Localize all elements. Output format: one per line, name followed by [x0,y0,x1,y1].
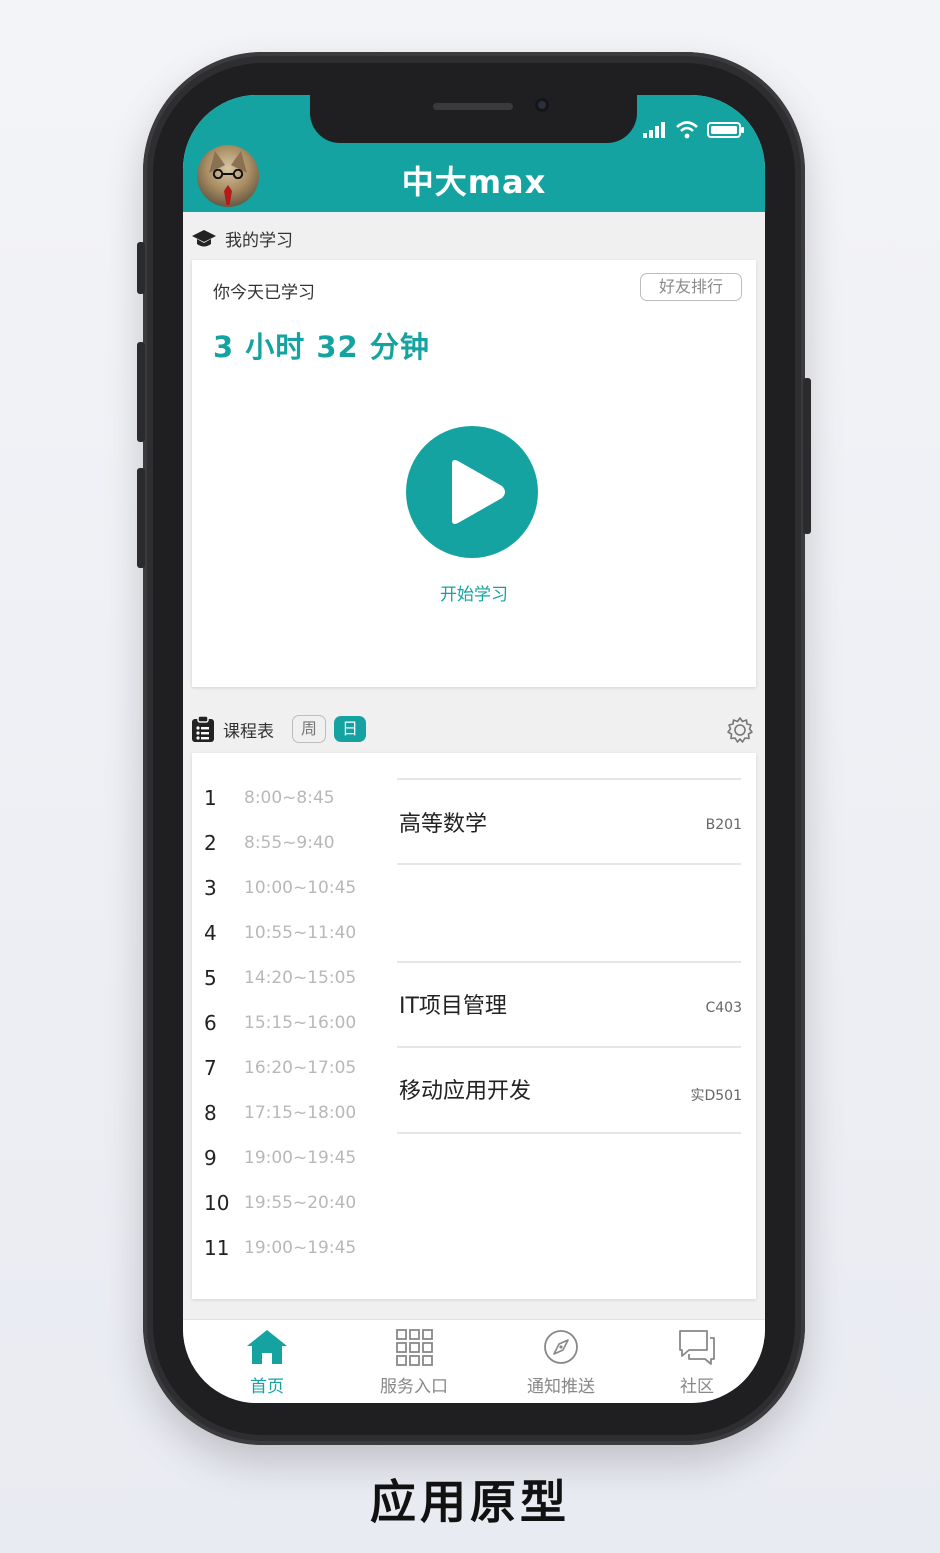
period-row: 6 15:15~16:00 [204,1008,356,1038]
caption: 应用原型 [370,1475,570,1529]
tab-label: 社区 [680,1377,714,1397]
period-row: 8 17:15~18:00 [204,1098,356,1128]
period-row: 4 10:55~11:40 [204,918,356,948]
tab-label: 首页 [250,1377,284,1397]
status-bar [643,121,745,139]
speaker-grille [433,103,513,110]
power-button [803,378,811,534]
period-row: 5 14:20~15:05 [204,963,356,993]
tab-services[interactable]: 服务入口 [354,1328,474,1397]
section-title: 课程表 [223,721,274,742]
course-name[interactable]: 高等数学 [399,806,487,838]
clipboard-list-icon [192,715,214,742]
period-row: 11 19:00~19:45 [204,1233,356,1263]
period-number: 8 [204,1101,217,1125]
settings-gear-icon[interactable] [725,715,755,745]
period-row: 10 19:55~20:40 [204,1188,356,1218]
period-number: 11 [204,1236,230,1260]
app-title: 中大max [401,163,547,201]
period-number: 6 [204,1011,217,1035]
grid-icon [396,1329,433,1366]
course-divider [397,778,741,780]
period-time: 10:55~11:40 [244,923,357,943]
period-row: 3 10:00~10:45 [204,873,356,903]
period-time: 8:55~9:40 [244,833,335,853]
wifi-icon [676,121,698,139]
period-time: 19:00~19:45 [244,1238,357,1258]
week-toggle[interactable]: 周 [292,715,327,743]
schedule-header: 课程表 周 日 [191,715,367,743]
course-room: B201 [705,817,742,833]
volume-up-button [137,342,145,442]
study-time-value: 3 小时 32 分钟 [213,330,430,364]
period-number: 7 [204,1056,217,1080]
my-study-header: 我的学习 [191,226,293,251]
home-icon [247,1330,287,1364]
battery-icon [707,122,744,138]
period-time: 10:00~10:45 [244,878,357,898]
section-title: 我的学习 [225,231,293,251]
period-time: 15:15~16:00 [244,1013,357,1033]
signal-icon [643,122,665,138]
period-row: 1 8:00~8:45 [204,783,335,813]
bottom-tab-bar: 首页 服务入口 通知推送 社区 [183,1319,765,1403]
period-time: 16:20~17:05 [244,1058,357,1078]
app-screen: 中大max 我的学习 你今天已学习 好友排行 3 小时 32 分钟 开始学习 课… [183,95,765,1403]
period-number: 5 [204,966,217,990]
graduation-cap-icon [192,229,216,246]
period-number: 2 [204,831,217,855]
period-time: 17:15~18:00 [244,1103,357,1123]
schedule-card: 1 8:00~8:45 2 8:55~9:40 3 10:00~10:45 4 … [192,753,756,1299]
compass-icon [544,1330,578,1364]
period-time: 19:00~19:45 [244,1148,357,1168]
tab-label: 服务入口 [380,1377,448,1397]
course-name[interactable]: IT项目管理 [399,988,507,1020]
front-camera [535,98,549,112]
tab-notifications[interactable]: 通知推送 [501,1328,621,1397]
course-divider [397,1132,741,1134]
day-toggle[interactable]: 日 [334,716,367,742]
period-number: 4 [204,921,217,945]
course-name[interactable]: 移动应用开发 [399,1073,531,1105]
friend-ranking-button[interactable]: 好友排行 [640,273,742,301]
play-icon [452,460,505,524]
chat-icon [679,1330,715,1365]
period-number: 3 [204,876,217,900]
period-time: 14:20~15:05 [244,968,357,988]
course-room: C403 [705,1000,743,1016]
mute-switch [137,242,145,294]
course-divider [397,1046,741,1048]
course-divider [397,961,741,963]
today-label: 你今天已学习 [213,283,315,303]
notch [310,95,637,143]
period-row: 2 8:55~9:40 [204,828,335,858]
tab-label: 通知推送 [527,1377,595,1397]
volume-down-button [137,468,145,568]
start-study-label[interactable]: 开始学习 [192,580,756,605]
period-number: 1 [204,786,217,810]
tab-community[interactable]: 社区 [637,1328,757,1397]
period-time: 19:55~20:40 [244,1193,357,1213]
course-room: 实D501 [690,1088,742,1104]
period-number: 10 [204,1191,230,1215]
start-study-button[interactable] [406,426,538,558]
period-row: 7 16:20~17:05 [204,1053,356,1083]
study-card: 你今天已学习 好友排行 3 小时 32 分钟 开始学习 [192,260,756,687]
tab-home[interactable]: 首页 [207,1328,327,1397]
period-number: 9 [204,1146,217,1170]
period-time: 8:00~8:45 [244,788,335,808]
course-divider [397,863,741,865]
period-row: 9 19:00~19:45 [204,1143,356,1173]
